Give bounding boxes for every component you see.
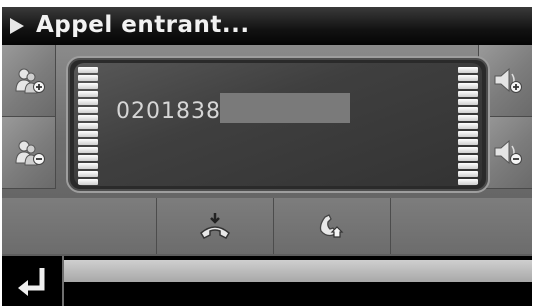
- answer-call-icon: [319, 214, 344, 238]
- meter-segment: [78, 91, 98, 97]
- transfer-call-icon: [200, 213, 230, 239]
- return-arrow-icon: [18, 268, 45, 296]
- back-button[interactable]: [2, 256, 62, 306]
- footer-status-strip: [64, 260, 532, 282]
- meter-segment: [78, 139, 98, 145]
- meter-segment: [458, 115, 478, 121]
- meter-segment: [78, 179, 98, 185]
- caller-display: 02018383: [66, 56, 490, 193]
- meter-segment: [78, 67, 98, 73]
- volume-up-icon: [494, 67, 522, 93]
- empty-button-left: [2, 198, 157, 254]
- remove-contact-button[interactable]: [2, 117, 56, 189]
- meter-segment: [78, 83, 98, 89]
- meter-segment: [458, 131, 478, 137]
- title-bar: Appel entrant...: [2, 7, 532, 45]
- number-redaction: [220, 93, 350, 123]
- display-screen: 02018383: [74, 63, 482, 186]
- remove-contact-icon: [15, 140, 45, 166]
- meter-segment: [458, 171, 478, 177]
- answer-call-button[interactable]: [274, 198, 391, 254]
- meter-segment: [458, 163, 478, 169]
- page-title: Appel entrant...: [36, 12, 250, 38]
- caller-number: 02018383: [116, 99, 236, 124]
- meter-segment: [78, 75, 98, 81]
- meter-segment: [78, 131, 98, 137]
- meter-segment: [458, 99, 478, 105]
- meter-segment: [78, 155, 98, 161]
- add-contact-button[interactable]: [2, 45, 56, 117]
- meter-segment: [78, 163, 98, 169]
- call-panel: 02018383: [2, 45, 532, 256]
- meter-segment: [78, 99, 98, 105]
- meter-segment: [458, 123, 478, 129]
- add-contact-icon: [15, 68, 45, 94]
- meter-segment: [78, 115, 98, 121]
- title-arrow-icon: [10, 18, 24, 34]
- meter-segment: [78, 171, 98, 177]
- empty-button-right: [391, 198, 532, 254]
- right-signal-meter: [458, 67, 478, 186]
- meter-segment: [458, 67, 478, 73]
- volume-down-icon: [494, 139, 522, 165]
- meter-segment: [458, 155, 478, 161]
- meter-segment: [458, 179, 478, 185]
- meter-segment: [458, 139, 478, 145]
- meter-segment: [78, 107, 98, 113]
- meter-segment: [458, 83, 478, 89]
- left-signal-meter: [78, 67, 98, 186]
- meter-segment: [458, 147, 478, 153]
- meter-segment: [458, 107, 478, 113]
- meter-segment: [78, 147, 98, 153]
- transfer-call-button[interactable]: [157, 198, 274, 254]
- footer-bar: [2, 256, 532, 306]
- meter-segment: [78, 123, 98, 129]
- meter-segment: [458, 75, 478, 81]
- meter-segment: [458, 91, 478, 97]
- incoming-call-screen: Appel entrant... 02018383: [0, 0, 534, 306]
